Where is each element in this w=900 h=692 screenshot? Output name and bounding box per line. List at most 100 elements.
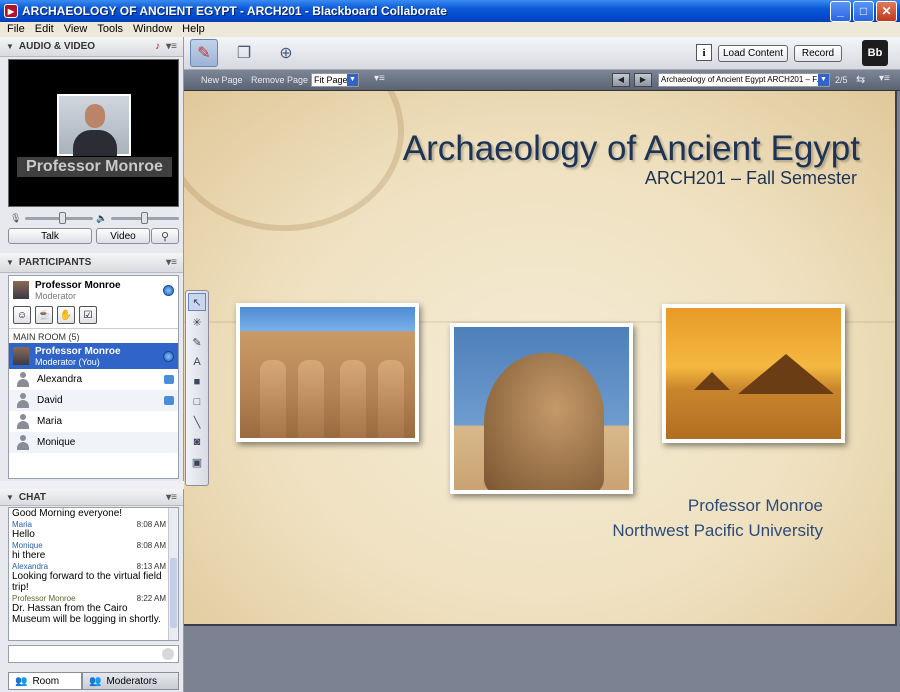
line-tool[interactable]: ╲ bbox=[188, 413, 206, 431]
speaker-slider-knob[interactable] bbox=[141, 211, 149, 224]
chat-log[interactable]: Good Morning everyone! Maria 8:08 AM Hell… bbox=[8, 507, 179, 641]
menu-file[interactable]: File bbox=[2, 23, 30, 35]
app-share-mode-button[interactable]: ❐ bbox=[230, 39, 258, 67]
follow-moderator-icon[interactable]: ⇆ bbox=[856, 73, 865, 86]
participant-row[interactable]: David bbox=[9, 390, 178, 411]
participant-row[interactable]: Alexandra bbox=[9, 369, 178, 390]
participant-name: Professor Monroe bbox=[35, 345, 121, 357]
audio-settings-icon[interactable]: ♪ bbox=[155, 41, 160, 52]
step-away-button[interactable]: ☕ bbox=[35, 306, 53, 324]
audio-video-header[interactable]: ▼ AUDIO & VIDEO ♪ ▾≡ bbox=[0, 37, 183, 57]
blackboard-logo: Bb bbox=[862, 40, 888, 66]
away-icon: ☕ bbox=[37, 309, 51, 321]
video-preview-button[interactable]: ⚲ bbox=[151, 228, 179, 244]
collapse-triangle-icon[interactable]: ▼ bbox=[6, 258, 14, 267]
menu-tools[interactable]: Tools bbox=[92, 23, 128, 35]
talk-button[interactable]: Talk bbox=[8, 228, 92, 244]
microphone-slider[interactable] bbox=[25, 211, 94, 224]
my-status-row: Professor Monroe Moderator bbox=[9, 276, 178, 304]
hand-icon: ✋ bbox=[59, 309, 73, 321]
screenshot-tool[interactable]: ◙ bbox=[188, 433, 206, 451]
raise-hand-button[interactable]: ✋ bbox=[57, 306, 75, 324]
previous-page-button[interactable]: ◀ bbox=[612, 73, 630, 87]
tab-room[interactable]: 👥 Room bbox=[8, 672, 82, 690]
speaker-slider[interactable] bbox=[111, 211, 180, 224]
remove-page-button[interactable]: Remove Page bbox=[251, 75, 308, 85]
app-icon: ▶ bbox=[4, 4, 18, 18]
participants-header[interactable]: ▼ PARTICIPANTS ▾≡ bbox=[0, 253, 183, 273]
info-button[interactable]: i bbox=[696, 44, 712, 61]
chat-bubble-icon bbox=[164, 375, 174, 384]
maximize-button[interactable]: □ bbox=[853, 0, 874, 22]
emoticon-button[interactable]: ☺ bbox=[13, 306, 31, 324]
participants-list: Professor Monroe Moderator ☺ ☕ ✋ ☑ MAIN … bbox=[8, 275, 179, 479]
chat-text: Hello bbox=[12, 529, 35, 540]
chat-scrollbar-thumb[interactable] bbox=[170, 558, 177, 628]
camera-icon: ◙ bbox=[193, 436, 201, 448]
poll-button[interactable]: ☑ bbox=[79, 306, 97, 324]
chat-text: hi there bbox=[12, 550, 46, 561]
clip-art-tool[interactable]: ▣ bbox=[188, 453, 206, 471]
panel-menu-icon[interactable]: ▾≡ bbox=[166, 492, 177, 503]
text-tool[interactable]: A bbox=[188, 353, 206, 371]
record-button[interactable]: Record bbox=[794, 45, 842, 62]
compass-decoration bbox=[184, 91, 404, 231]
chat-header[interactable]: ▼ CHAT ▾≡ bbox=[0, 489, 183, 506]
menu-bar: File Edit View Tools Window Help bbox=[0, 22, 900, 36]
slide-select-value: Archaeology of Ancient Egypt ARCH201 – F… bbox=[661, 75, 823, 84]
smiley-icon: ☺ bbox=[16, 309, 28, 321]
menu-edit[interactable]: Edit bbox=[30, 23, 59, 35]
slide-select[interactable]: Archaeology of Ancient Egypt ARCH201 – F… bbox=[658, 73, 830, 87]
tab-moderators[interactable]: 👥 Moderators bbox=[82, 672, 179, 690]
pen-tool[interactable]: ✎ bbox=[188, 333, 206, 351]
microphone-slider-knob[interactable] bbox=[59, 211, 67, 224]
menu-window[interactable]: Window bbox=[128, 23, 177, 35]
zoom-select[interactable]: Fit Page ▼ bbox=[311, 73, 359, 87]
page-menu-icon[interactable]: ▾≡ bbox=[374, 73, 385, 84]
next-page-button[interactable]: ▶ bbox=[634, 73, 652, 87]
filled-rectangle-tool[interactable]: ■ bbox=[188, 373, 206, 391]
video-button[interactable]: Video bbox=[96, 228, 150, 244]
chat-scrollbar[interactable] bbox=[168, 508, 178, 640]
explicit-pointer-tool[interactable]: ✳ bbox=[188, 313, 206, 331]
chat-sender: Alexandra bbox=[12, 562, 49, 571]
my-role: Moderator bbox=[35, 290, 77, 301]
video-presenter-name: Professor Monroe bbox=[17, 157, 172, 177]
whiteboard-mode-button[interactable]: ✎ bbox=[190, 39, 218, 67]
chat-text: Dr. Hassan from the Cairo Museum will be… bbox=[12, 603, 161, 625]
minimize-button[interactable]: _ bbox=[830, 0, 851, 22]
menu-help[interactable]: Help bbox=[177, 23, 210, 35]
participant-row[interactable]: Professor Monroe Moderator (You) bbox=[9, 343, 178, 369]
participant-row[interactable]: Monique bbox=[9, 432, 178, 453]
sphinx-photo bbox=[450, 323, 633, 494]
web-tour-mode-button[interactable]: ⊕ bbox=[272, 39, 300, 67]
video-display: Professor Monroe bbox=[8, 59, 179, 207]
participant-name: Alexandra bbox=[37, 374, 83, 385]
chat-text: Looking forward to the virtual field tri… bbox=[12, 571, 162, 593]
chat-time: 8:13 AM bbox=[136, 562, 166, 571]
abu-simbel-photo bbox=[236, 303, 419, 442]
load-content-button[interactable]: Load Content bbox=[718, 45, 788, 62]
select-tool[interactable]: ↖ bbox=[188, 293, 206, 311]
arrow-left-icon: ◀ bbox=[617, 75, 625, 84]
line-icon: ╲ bbox=[193, 416, 201, 429]
rectangle-icon: □ bbox=[193, 396, 201, 408]
emoticon-picker-icon[interactable] bbox=[162, 648, 174, 660]
collapse-triangle-icon[interactable]: ▼ bbox=[6, 42, 14, 51]
page-options-icon[interactable]: ▾≡ bbox=[879, 73, 890, 84]
chat-input[interactable] bbox=[8, 645, 179, 663]
panel-menu-icon[interactable]: ▾≡ bbox=[166, 41, 177, 52]
participant-row[interactable]: Maria bbox=[9, 411, 178, 432]
slide-subtitle: ARCH201 – Fall Semester bbox=[644, 168, 857, 188]
panel-menu-icon[interactable]: ▾≡ bbox=[166, 257, 177, 268]
collapse-triangle-icon[interactable]: ▼ bbox=[6, 493, 14, 502]
chat-message: Alexandra 8:13 AM Looking forward to the … bbox=[9, 562, 178, 593]
arrow-right-icon: ▶ bbox=[639, 75, 647, 84]
whiteboard-icon: ✎ bbox=[197, 45, 211, 62]
menu-view[interactable]: View bbox=[59, 23, 93, 35]
rectangle-tool[interactable]: □ bbox=[188, 393, 206, 411]
whiteboard-canvas[interactable]: Archaeology of Ancient Egypt ARCH201 – F… bbox=[184, 91, 897, 626]
new-page-button[interactable]: New Page bbox=[201, 75, 243, 85]
close-button[interactable]: ✕ bbox=[876, 0, 897, 22]
picture-icon: ▣ bbox=[191, 456, 203, 469]
